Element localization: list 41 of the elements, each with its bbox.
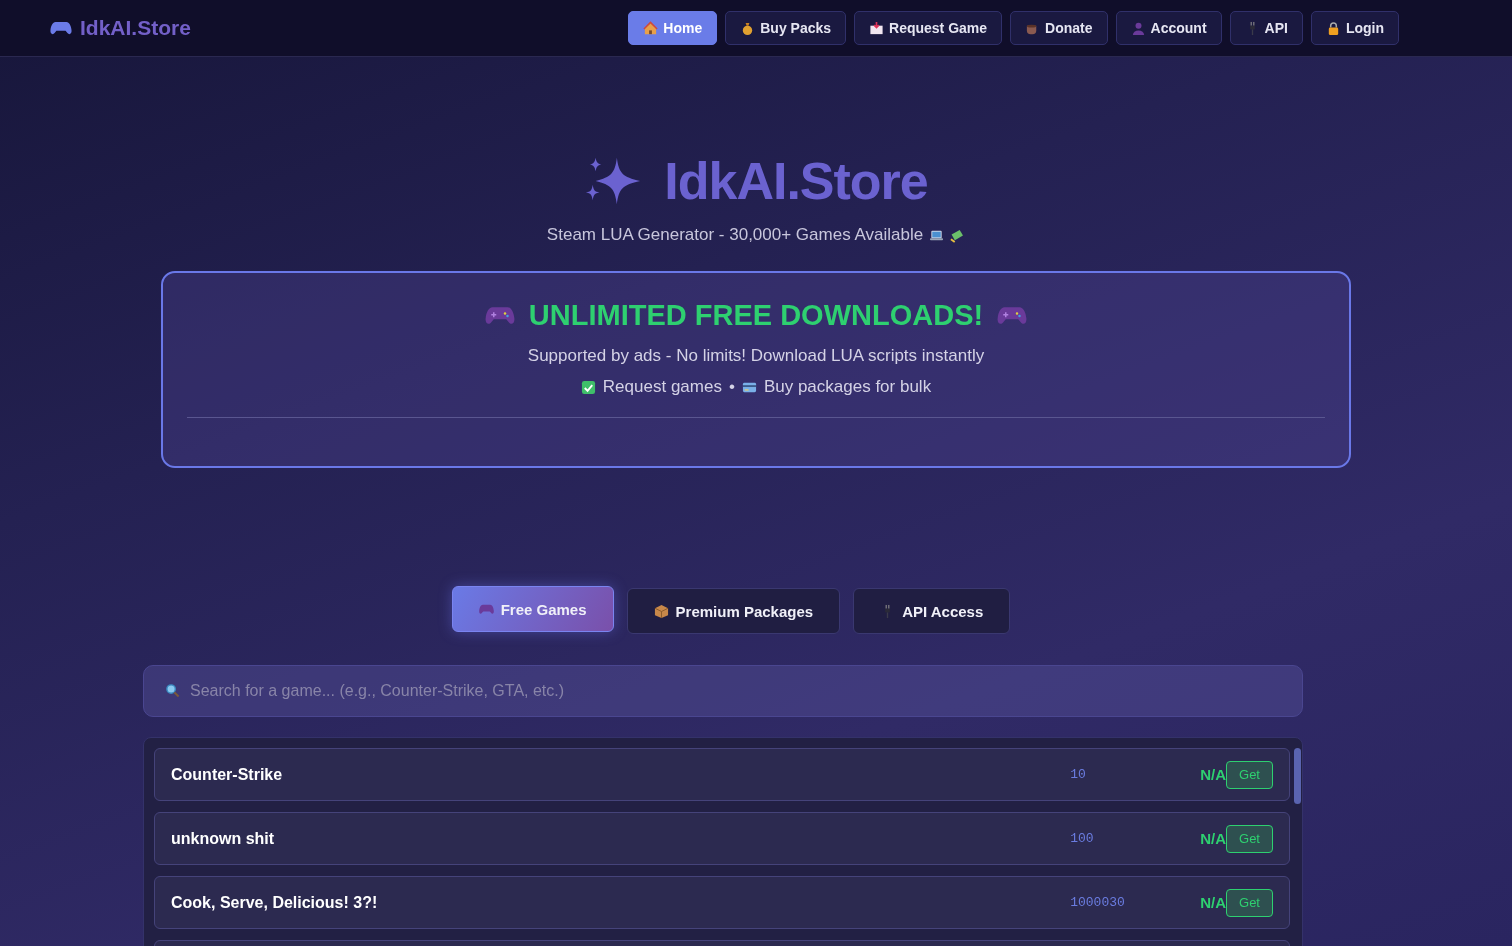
app-id: 1000030 xyxy=(1070,895,1126,910)
hero-subtitle: Steam LUA Generator - 30,000+ Games Available xyxy=(546,225,924,245)
banner-heading: UNLIMITED FREE DOWNLOADS! xyxy=(528,299,984,332)
get-button[interactable]: Get xyxy=(1226,760,1273,789)
box-icon xyxy=(653,603,669,619)
get-button[interactable]: Get xyxy=(1226,824,1273,853)
person-icon xyxy=(1130,20,1146,36)
search-icon xyxy=(165,683,180,698)
tab[interactable]: Free Games xyxy=(451,586,614,632)
game-name: unknown shit xyxy=(171,829,276,848)
nav-link[interactable]: Donate xyxy=(1010,11,1108,45)
nav-link[interactable]: API xyxy=(1229,11,1303,45)
banner-text: Supported by ads - No limits! Download LUA scripts instantly xyxy=(527,346,985,366)
app-id: 100 xyxy=(1070,831,1095,846)
gamepad-icon xyxy=(484,305,515,326)
nav-link[interactable]: Request Game xyxy=(854,11,1003,45)
house-icon xyxy=(643,20,659,36)
gamepad-icon xyxy=(50,20,72,36)
tab[interactable]: API Access xyxy=(853,588,1011,634)
nav-link[interactable]: Account xyxy=(1115,11,1222,45)
app-id: 10 xyxy=(1070,767,1087,782)
tab[interactable]: Premium Packages xyxy=(626,588,841,634)
envelope-icon xyxy=(869,20,885,36)
scrollbar-thumb[interactable] xyxy=(1293,748,1301,804)
feature-text: Buy packages for bulk xyxy=(763,377,932,397)
game-price: N/A xyxy=(1200,830,1227,847)
hero-title: IdkAI.Store xyxy=(664,151,928,212)
get-button[interactable]: Get xyxy=(1226,888,1273,917)
nav-link[interactable]: Login xyxy=(1310,11,1399,45)
game-price: N/A xyxy=(1200,894,1227,911)
search-field[interactable]: Search for a game... (e.g., Counter-Strike, GTA, etc.) xyxy=(143,665,1303,717)
nav-link[interactable]: Buy Packs xyxy=(725,11,847,45)
game-name: Counter-Strike xyxy=(171,765,284,784)
nav-link[interactable]: Home xyxy=(628,11,718,45)
game-price: N/A xyxy=(1200,766,1227,783)
check-box-icon xyxy=(580,379,596,395)
separator-dot: • xyxy=(728,377,735,397)
brand-name[interactable]: IdkAI.Store xyxy=(80,16,191,40)
game-name: Cook, Serve, Delicious! 3?! xyxy=(171,893,379,912)
gamepad-icon xyxy=(997,305,1028,326)
feature-text: Request games xyxy=(602,377,722,397)
